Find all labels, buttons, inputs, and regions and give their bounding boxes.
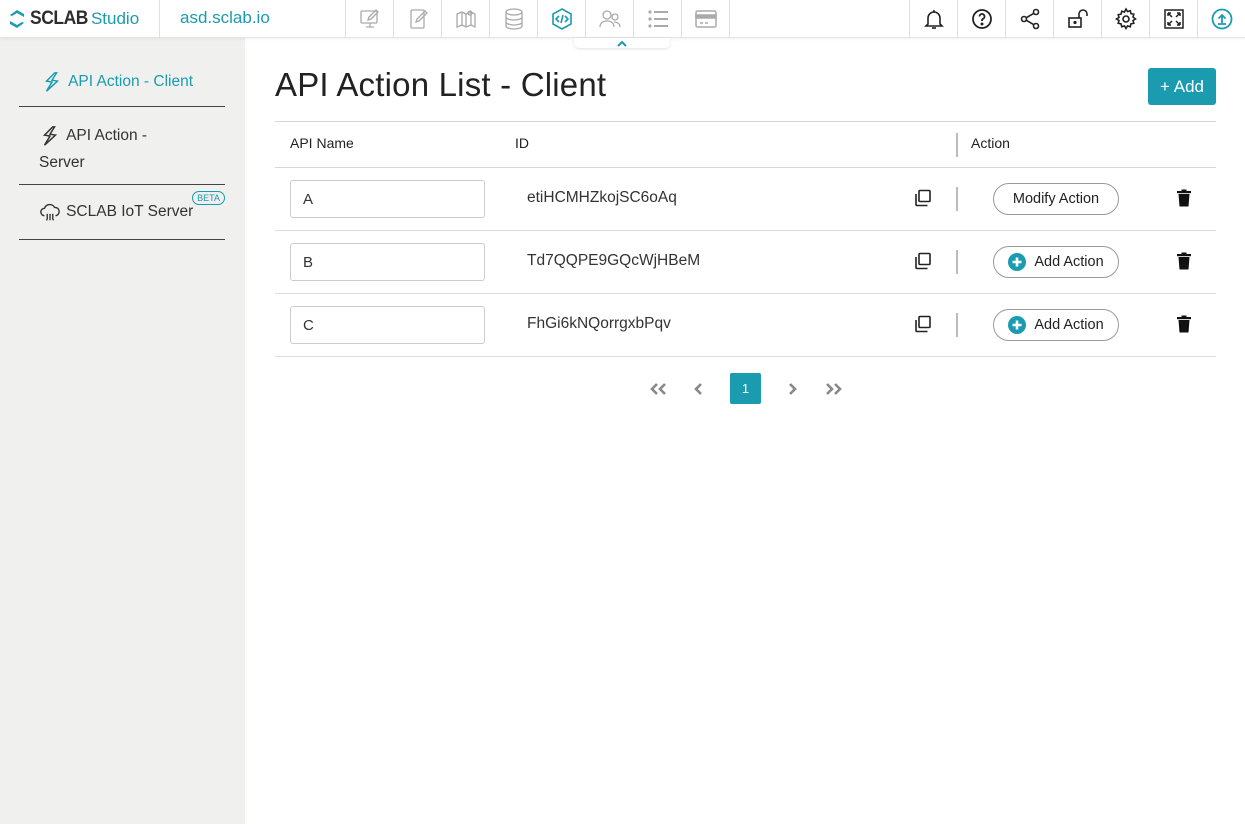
sidebar-item-api-action-server[interactable]: API Action - Server — [19, 107, 225, 185]
api-code-icon — [552, 8, 572, 30]
settings-icon — [1114, 7, 1137, 31]
top-toolbar: SCLAB Studio asd.sclab.io — [0, 0, 1245, 38]
column-divider — [956, 133, 958, 157]
last-page-button[interactable] — [821, 373, 847, 405]
sidebar-item-label: API Action - Client — [68, 73, 194, 90]
table-row: etiHCMHZkojSC6oAq Modify Action — [275, 168, 1216, 231]
table-header: API Name ID Action — [275, 121, 1216, 168]
api-name-input[interactable] — [290, 306, 485, 344]
map-icon — [456, 10, 476, 29]
notifications-button[interactable] — [910, 0, 958, 38]
action-button-label: Add Action — [1034, 254, 1104, 270]
action-button-label: Modify Action — [1012, 191, 1100, 207]
sidebar: API Action - Client API Action - Server … — [0, 38, 245, 824]
api-name-input[interactable] — [290, 180, 485, 218]
double-chevron-right-icon — [826, 383, 842, 395]
column-header-api-name: API Name — [290, 135, 354, 151]
mobile-edit-button[interactable] — [394, 0, 442, 38]
column-header-action: Action — [971, 135, 1010, 151]
lock-button[interactable] — [1054, 0, 1102, 38]
toolbar-collapse-toggle[interactable] — [574, 38, 670, 48]
chevron-left-icon — [694, 383, 702, 395]
project-domain-link[interactable]: asd.sclab.io — [180, 8, 270, 28]
sclab-logo-icon — [10, 10, 24, 28]
logo-subtext: Studio — [90, 9, 140, 28]
action-button-label: Add Action — [1034, 317, 1104, 333]
card-icon — [695, 10, 717, 28]
list-button[interactable] — [634, 0, 682, 38]
sidebar-item-label: SCLAB IoT Server — [66, 203, 194, 220]
unlock-icon — [1068, 9, 1088, 28]
sidebar-item-api-action-client[interactable]: API Action - Client — [19, 63, 225, 107]
divider — [729, 0, 730, 38]
list-icon — [648, 10, 668, 28]
bell-icon — [924, 10, 944, 29]
users-icon — [599, 10, 621, 28]
database-icon — [505, 8, 523, 30]
copy-icon[interactable] — [914, 189, 932, 207]
trash-icon[interactable] — [1176, 315, 1192, 333]
desktop-edit-button[interactable] — [346, 0, 394, 38]
table-row: FhGi6kNQorrgxbPqv Add Action — [275, 294, 1216, 357]
column-divider — [956, 187, 958, 211]
previous-page-button[interactable] — [689, 373, 707, 405]
modify-action-button[interactable]: Modify Action — [993, 183, 1119, 215]
desktop-edit-icon — [360, 9, 379, 28]
chevron-up-icon — [617, 40, 627, 47]
page-title: API Action List - Client — [275, 66, 607, 103]
beta-badge: BETA — [192, 191, 225, 205]
plus-circle-icon — [1008, 253, 1027, 271]
card-button[interactable] — [682, 0, 730, 38]
fullscreen-button[interactable] — [1150, 0, 1198, 38]
first-page-button[interactable] — [645, 373, 671, 405]
api-action-table: API Name ID Action etiHCMHZkojSC6oAq Mod… — [275, 121, 1216, 357]
add-button[interactable]: + Add — [1148, 68, 1216, 105]
api-name-input[interactable] — [290, 243, 485, 281]
logo-text: SCLAB — [30, 8, 88, 29]
column-header-id: ID — [515, 135, 529, 151]
copy-icon[interactable] — [914, 252, 932, 270]
database-button[interactable] — [490, 0, 538, 38]
map-button[interactable] — [442, 0, 490, 38]
lightning-icon — [42, 125, 58, 146]
pagination: 1 — [275, 373, 1216, 405]
api-id: Td7QQPE9GQcWjHBeM — [527, 252, 701, 269]
plus-circle-icon — [1008, 316, 1027, 334]
cloud-iot-icon — [40, 203, 60, 221]
lightning-icon — [44, 71, 60, 92]
add-action-button[interactable]: Add Action — [993, 309, 1119, 341]
help-icon — [972, 9, 992, 29]
trash-icon[interactable] — [1176, 189, 1192, 207]
publish-button[interactable] — [1198, 0, 1245, 38]
fullscreen-icon — [1164, 9, 1184, 29]
api-id: etiHCMHZkojSC6oAq — [527, 189, 677, 206]
column-divider — [956, 250, 958, 274]
help-button[interactable] — [958, 0, 1006, 38]
table-row: Td7QQPE9GQcWjHBeM Add Action — [275, 231, 1216, 294]
double-chevron-left-icon — [650, 383, 666, 395]
page-1-button[interactable]: 1 — [730, 373, 761, 404]
add-action-button[interactable]: Add Action — [993, 246, 1119, 278]
share-button[interactable] — [1006, 0, 1054, 38]
next-page-button[interactable] — [784, 373, 802, 405]
divider — [159, 0, 160, 38]
trash-icon[interactable] — [1176, 252, 1192, 270]
logo[interactable]: SCLAB Studio — [8, 7, 139, 31]
column-divider — [956, 313, 958, 337]
chevron-right-icon — [789, 383, 797, 395]
api-code-button[interactable] — [538, 0, 586, 38]
mobile-edit-icon — [410, 9, 428, 29]
sidebar-item-sclab-iot-server[interactable]: SCLAB IoT Server BETA — [19, 185, 225, 240]
users-button[interactable] — [586, 0, 634, 38]
share-icon — [1020, 8, 1040, 30]
settings-button[interactable] — [1102, 0, 1150, 38]
api-id: FhGi6kNQorrgxbPqv — [527, 315, 671, 332]
upload-icon — [1211, 8, 1233, 30]
copy-icon[interactable] — [914, 315, 932, 333]
